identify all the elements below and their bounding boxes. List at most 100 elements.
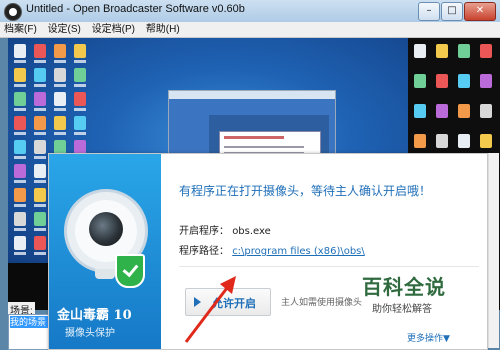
desktop-file-icon [436, 104, 448, 118]
brand-name: 金山毒霸 10 [57, 308, 132, 323]
desktop-icon-label [34, 108, 46, 111]
desktop-file-icon [14, 212, 26, 226]
desktop-file-icon [436, 134, 448, 148]
desktop-file-icon [458, 134, 470, 148]
program-value: obs.exe [232, 226, 271, 237]
desktop-icon-label [34, 204, 46, 207]
scenes-list[interactable]: 我的场景 [8, 314, 50, 350]
desktop-file-icon [54, 68, 66, 82]
desktop-icon-label [74, 108, 86, 111]
desktop-icon-label [34, 180, 46, 183]
desktop-icon-label [34, 84, 46, 87]
desktop-file-icon [74, 68, 86, 82]
desktop-file-icon [14, 44, 26, 58]
desktop-file-icon [34, 212, 46, 226]
shield-check-icon [115, 254, 145, 288]
popup-sidebar: 金山毒霸 10 摄像头保护 [49, 154, 161, 349]
path-link[interactable]: c:\program files (x86)\obs\ [232, 246, 365, 257]
desktop-icon-label [34, 60, 46, 63]
desktop-file-icon [458, 104, 470, 118]
desktop-icon-label [14, 108, 26, 111]
desktop-file-icon [14, 164, 26, 178]
desktop-icon-label [34, 156, 46, 159]
watermark-title: 百科全说 [362, 275, 446, 299]
desktop-file-icon [54, 116, 66, 130]
desktop-icon-label [74, 84, 86, 87]
brand-subtitle: 摄像头保护 [65, 328, 115, 339]
desktop-file-icon [54, 44, 66, 58]
desktop-icon-label [54, 108, 66, 111]
more-operations-link[interactable]: 更多操作▼ [407, 331, 450, 344]
scene-item[interactable]: 我的场景 [10, 316, 48, 328]
camera-protection-popup: 金山毒霸 10 摄像头保护 有程序正在打开摄像头，等待主人确认开启哦！ 开启程序… [48, 153, 488, 350]
desktop-file-icon [34, 92, 46, 106]
desktop-icon-label [74, 132, 86, 135]
desktop-file-icon [436, 44, 448, 58]
desktop-icon-label [14, 84, 26, 87]
desktop-file-icon [480, 104, 492, 118]
desktop-icon-label [74, 60, 86, 63]
desktop-file-icon [14, 68, 26, 82]
desktop-file-icon [74, 116, 86, 130]
desktop-file-icon [436, 74, 448, 88]
desktop-file-icon [14, 188, 26, 202]
program-label: 开启程序： [179, 226, 229, 237]
menu-settings[interactable]: 设定(S) [44, 22, 85, 37]
desktop-file-icon [14, 92, 26, 106]
desktop-file-icon [480, 74, 492, 88]
popup-headline: 有程序正在打开摄像头，等待主人确认开启哦！ [179, 184, 432, 198]
close-button[interactable]: ✕ [464, 2, 496, 21]
path-row: 程序路径： c:\program files (x86)\obs\ [179, 242, 365, 257]
desktop-file-icon [414, 104, 426, 118]
desktop-file-icon [34, 116, 46, 130]
desktop-file-icon [74, 140, 86, 154]
desktop-icon-label [14, 60, 26, 63]
desktop-icon-label [54, 132, 66, 135]
desktop-file-icon [34, 164, 46, 178]
maximize-button[interactable]: □ [441, 2, 463, 21]
desktop-file-icon [14, 116, 26, 130]
right-icon-panel [408, 38, 500, 168]
window-title: Untitled - Open Broadcaster Software v0.… [26, 3, 245, 15]
webcam-lens-icon [89, 212, 123, 246]
desktop-icon-label [14, 132, 26, 135]
desktop-icon-label [54, 84, 66, 87]
desktop-icon-label [34, 252, 46, 255]
path-label: 程序路径： [179, 246, 229, 257]
allow-hint: 主人如需使用摄像头 [281, 298, 363, 308]
program-row: 开启程序： obs.exe [179, 222, 271, 237]
desktop-icon-label [14, 252, 26, 255]
menu-profile[interactable]: 设定档(P) [88, 22, 139, 37]
desktop-icon-label [14, 156, 26, 159]
desktop-file-icon [54, 140, 66, 154]
desktop-file-icon [14, 140, 26, 154]
webcam-stand-icon [95, 269, 115, 279]
minimize-button[interactable]: – [418, 2, 440, 21]
desktop-icon-label [14, 228, 26, 231]
watermark-subtitle: 助你轻松解答 [372, 304, 432, 315]
red-arrow-annotation [184, 276, 236, 343]
desktop-file-icon [34, 188, 46, 202]
desktop-file-icon [414, 74, 426, 88]
desktop-file-icon [34, 44, 46, 58]
desktop-file-icon [458, 74, 470, 88]
desktop-file-icon [14, 236, 26, 250]
desktop-file-icon [458, 44, 470, 58]
popup-edge [488, 153, 499, 348]
desktop-file-icon [34, 68, 46, 82]
title-bar: Untitled - Open Broadcaster Software v0.… [0, 0, 500, 23]
desktop-icon-label [34, 228, 46, 231]
desktop-file-icon [74, 44, 86, 58]
desktop-file-icon [480, 134, 492, 148]
desktop-icon-label [34, 132, 46, 135]
divider [179, 266, 479, 267]
menu-file[interactable]: 档案(F) [0, 22, 41, 37]
desktop-file-icon [54, 92, 66, 106]
desktop-file-icon [34, 140, 46, 154]
desktop-file-icon [414, 44, 426, 58]
desktop-file-icon [34, 236, 46, 250]
menu-help[interactable]: 帮助(H) [142, 22, 184, 37]
desktop-icon-label [14, 204, 26, 207]
desktop-icon-label [54, 60, 66, 63]
watermark: 百科全说 助你轻松解答 [362, 271, 462, 315]
